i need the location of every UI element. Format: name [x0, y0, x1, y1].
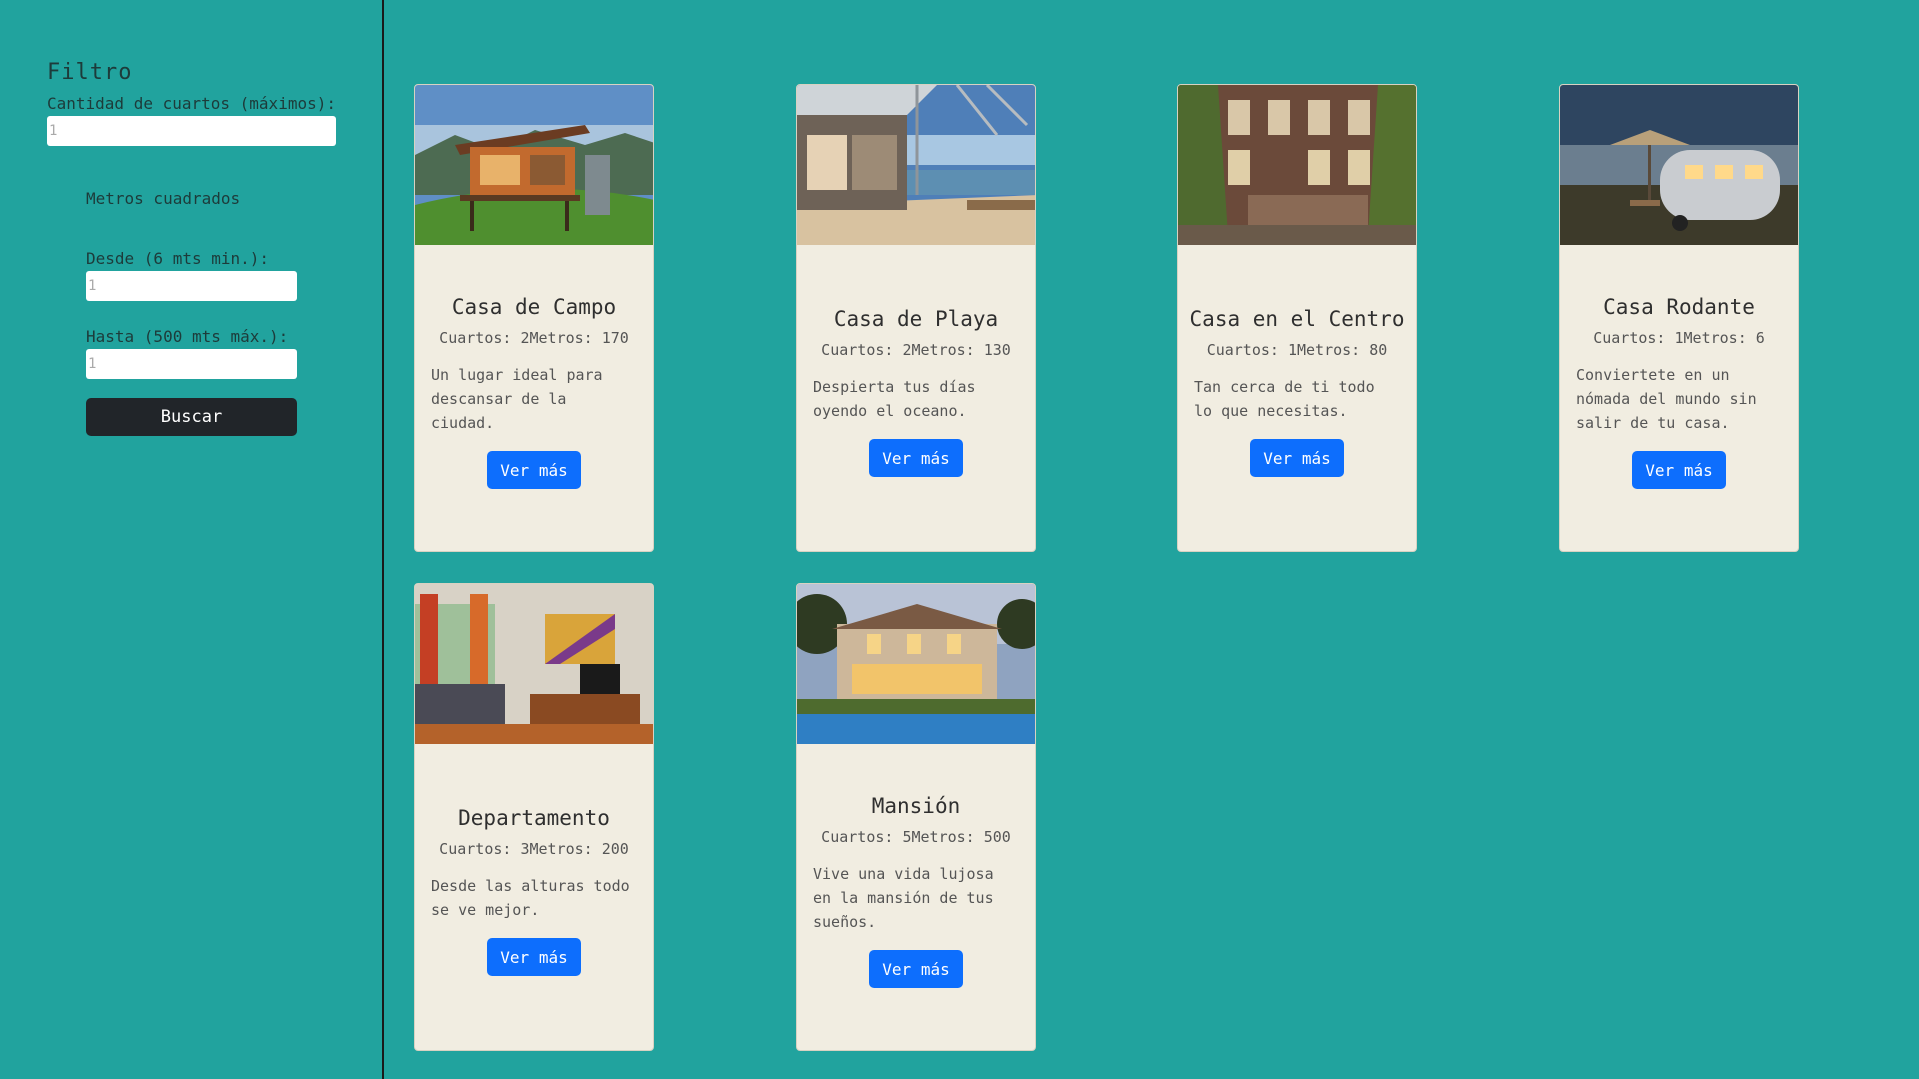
card-title: Casa de Playa: [833, 307, 999, 331]
card-rooms: Cuartos: 2: [439, 329, 530, 347]
rooms-label: Cantidad de cuartos (máximos):: [47, 94, 336, 113]
trailer-image: [1560, 85, 1798, 245]
see-more-button[interactable]: Ver más: [487, 451, 581, 489]
filter-title: Filtro: [47, 60, 133, 85]
from-input[interactable]: [86, 271, 297, 301]
filter-sidebar: Filtro Cantidad de cuartos (máximos): Me…: [0, 0, 384, 1079]
card-meters: Metros: 80: [1297, 341, 1388, 359]
from-label: Desde (6 mts min.):: [86, 249, 270, 268]
card-meta: Cuartos: 2Metros: 130: [797, 341, 1035, 359]
property-card: Casa de Playa Cuartos: 2Metros: 130 Desp…: [796, 84, 1036, 552]
card-rooms: Cuartos: 1: [1593, 329, 1684, 347]
card-meta: Cuartos: 3Metros: 200: [415, 840, 653, 858]
country-house-image: [415, 85, 653, 245]
property-card: Casa de Campo Cuartos: 2Metros: 170 Un l…: [414, 84, 654, 552]
card-description: Conviertete en un nómada del mundo sin s…: [1576, 366, 1757, 432]
card-rooms: Cuartos: 1: [1206, 341, 1297, 359]
downtown-house-image: [1178, 85, 1416, 245]
see-more-button[interactable]: Ver más: [487, 938, 581, 976]
card-description: Desde las alturas todo se ve mejor.: [431, 877, 630, 919]
card-meters: Metros: 130: [911, 341, 1011, 359]
apartment-image: [415, 584, 653, 744]
card-description: Despierta tus días oyendo el oceano.: [813, 378, 976, 420]
card-title: Casa Rodante: [1603, 295, 1755, 319]
see-more-button[interactable]: Ver más: [1632, 451, 1726, 489]
card-title: Casa de Campo: [451, 295, 617, 319]
to-label: Hasta (500 mts máx.):: [86, 327, 289, 346]
see-more-button[interactable]: Ver más: [869, 439, 963, 477]
card-meta: Cuartos: 5Metros: 500: [797, 828, 1035, 846]
card-title: Departamento: [458, 806, 610, 830]
area-label: Metros cuadrados: [86, 189, 241, 208]
mansion-image: [797, 584, 1035, 744]
property-card: Casa Rodante Cuartos: 1Metros: 6 Convier…: [1559, 84, 1799, 552]
rooms-input[interactable]: [47, 116, 336, 146]
card-meters: Metros: 6: [1683, 329, 1765, 347]
property-card: Casa en el Centro Cuartos: 1Metros: 80 T…: [1177, 84, 1417, 552]
search-button[interactable]: Buscar: [86, 398, 297, 436]
card-meters: Metros: 170: [529, 329, 629, 347]
card-meters: Metros: 200: [529, 840, 629, 858]
card-description: Vive una vida lujosa en la mansión de tu…: [813, 865, 994, 931]
card-rooms: Cuartos: 2: [821, 341, 912, 359]
see-more-button[interactable]: Ver más: [1250, 439, 1344, 477]
card-rooms: Cuartos: 3: [439, 840, 530, 858]
beach-house-image: [797, 85, 1035, 245]
card-title: Mansión: [871, 794, 961, 818]
see-more-button[interactable]: Ver más: [869, 950, 963, 988]
card-meta: Cuartos: 2Metros: 170: [415, 329, 653, 347]
property-card: Mansión Cuartos: 5Metros: 500 Vive una v…: [796, 583, 1036, 1051]
card-description: Tan cerca de ti todo lo que necesitas.: [1194, 378, 1375, 420]
card-meta: Cuartos: 1Metros: 6: [1560, 329, 1798, 347]
card-description: Un lugar ideal para descansar de la ciud…: [431, 366, 603, 432]
card-title: Casa en el Centro: [1189, 307, 1405, 331]
to-input[interactable]: [86, 349, 297, 379]
card-meta: Cuartos: 1Metros: 80: [1178, 341, 1416, 359]
card-meters: Metros: 500: [911, 828, 1011, 846]
card-rooms: Cuartos: 5: [821, 828, 912, 846]
property-card: Departamento Cuartos: 3Metros: 200 Desde…: [414, 583, 654, 1051]
